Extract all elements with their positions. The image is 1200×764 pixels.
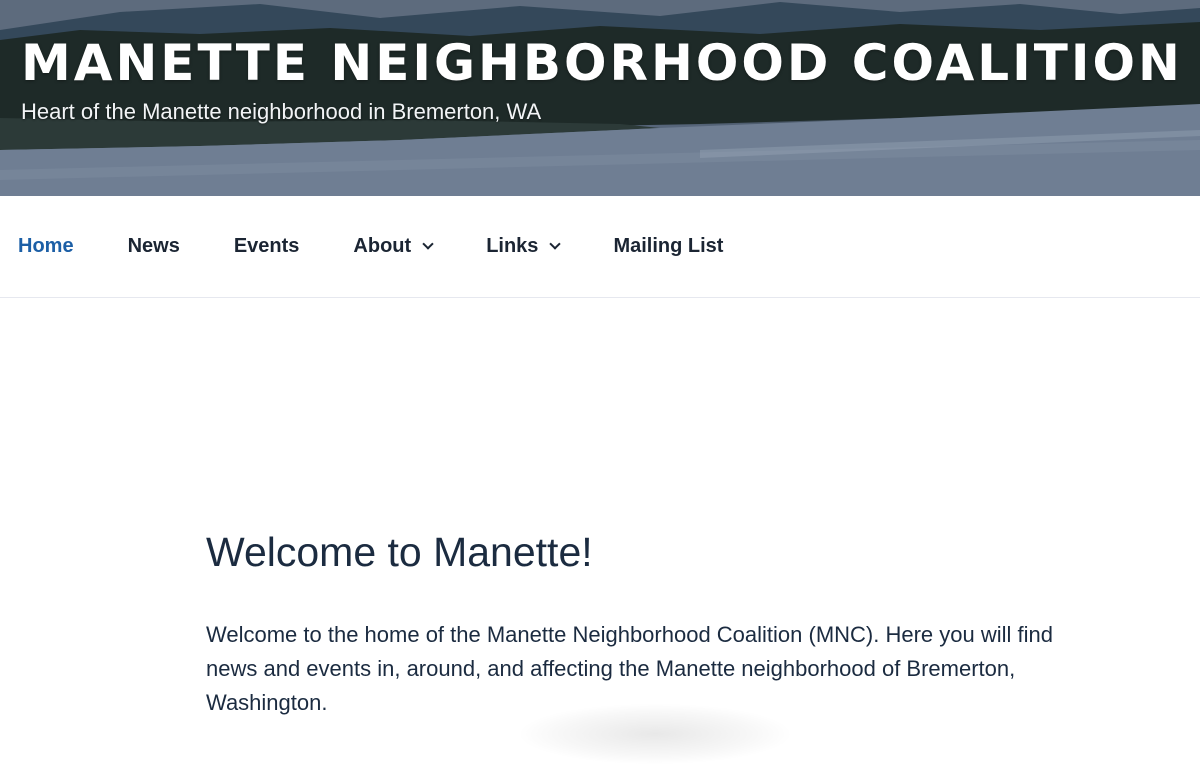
nav-item-links[interactable]: Links bbox=[486, 235, 562, 258]
chevron-down-icon[interactable] bbox=[422, 238, 434, 250]
nav-item-about[interactable]: About bbox=[353, 235, 434, 258]
nav-item-mailing-list[interactable]: Mailing List bbox=[613, 235, 723, 258]
nav-item-label: Home bbox=[18, 235, 74, 257]
site-title[interactable]: MANETTE NEIGHBORHOOD COALITION bbox=[21, 34, 1183, 92]
nav-item-home[interactable]: Home bbox=[18, 235, 74, 258]
main-content: Welcome to Manette! Welcome to the home … bbox=[0, 299, 1200, 764]
nav-item-label: About bbox=[353, 235, 412, 257]
nav-item-events[interactable]: Events bbox=[234, 235, 300, 258]
header-background-image bbox=[0, 0, 1200, 196]
page-heading: Welcome to Manette! bbox=[206, 529, 593, 575]
site-header: MANETTE NEIGHBORHOOD COALITION Heart of … bbox=[0, 0, 1200, 196]
main-navigation: Home News Events About Links Mailing Lis… bbox=[0, 196, 1200, 298]
chevron-down-icon[interactable] bbox=[549, 238, 562, 250]
scroll-shadow bbox=[520, 704, 790, 764]
nav-item-label: News bbox=[127, 235, 180, 257]
nav-item-label: Mailing List bbox=[613, 235, 724, 257]
nav-item-label: Events bbox=[233, 235, 300, 257]
site-tagline: Heart of the Manette neighborhood in Bre… bbox=[21, 99, 542, 124]
nav-item-news[interactable]: News bbox=[128, 235, 180, 258]
nav-item-label: Links bbox=[486, 235, 539, 257]
